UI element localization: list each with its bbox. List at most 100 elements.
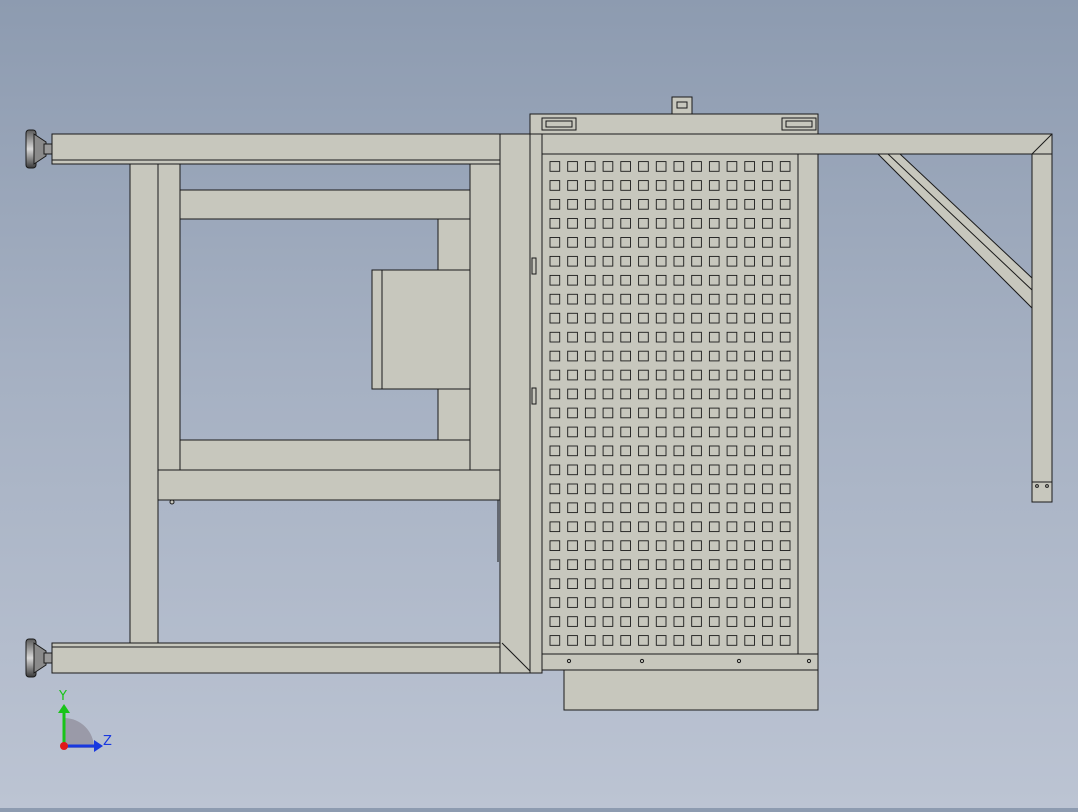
perforation-hole <box>620 331 631 343</box>
perforation-hole <box>744 578 755 589</box>
perforation-hole <box>638 635 649 646</box>
perforation-hole <box>620 521 631 533</box>
perforation-hole <box>549 502 561 514</box>
perforation-hole <box>584 199 596 210</box>
perforation-hole <box>708 464 720 476</box>
door-column <box>499 133 531 674</box>
perforation-hole <box>744 350 755 362</box>
perforation-hole <box>673 445 685 457</box>
perforation-hole <box>567 180 578 191</box>
perforation-hole <box>744 369 755 381</box>
perforation-hole <box>584 180 596 191</box>
perforation-hole <box>620 388 631 400</box>
frame-right-post <box>469 163 501 471</box>
perforation-hole <box>744 274 755 286</box>
perforation-hole <box>638 350 649 362</box>
perforation-hole <box>638 616 649 627</box>
perforation-hole <box>744 597 755 608</box>
perforation-hole <box>567 218 578 229</box>
perforation-hole <box>584 540 596 551</box>
perforation-hole <box>549 218 561 229</box>
perforation-hole <box>584 312 596 324</box>
perforation-hole <box>567 578 578 589</box>
perforation-hole <box>762 464 773 476</box>
perforation-hole <box>691 388 702 400</box>
perforation-hole <box>655 369 667 381</box>
perforation-hole <box>549 616 561 627</box>
perforation-hole <box>762 635 773 646</box>
perforation-hole <box>779 350 791 362</box>
perforation-hole <box>638 218 649 229</box>
perforation-hole <box>602 616 614 627</box>
perforation-hole <box>691 237 702 248</box>
perforation-hole <box>744 255 755 267</box>
perforation-hole <box>779 274 791 286</box>
perforation-hole <box>744 312 755 324</box>
perforation-hole <box>584 483 596 495</box>
frame-small-post-bottom <box>437 388 471 441</box>
perforation-hole <box>655 255 667 267</box>
perforation-hole <box>584 578 596 589</box>
perforation-hole <box>762 407 773 419</box>
perforation-hole <box>673 218 685 229</box>
perforation-hole <box>620 502 631 514</box>
perforation-hole <box>726 350 738 362</box>
perforation-hole <box>708 521 720 533</box>
perforation-hole <box>779 255 791 267</box>
perforation-hole <box>567 255 578 267</box>
perforation-hole <box>584 559 596 570</box>
perforation-hole <box>549 331 561 343</box>
perforation-hole <box>779 540 791 551</box>
perforation-hole <box>655 312 667 324</box>
perforation-hole <box>691 369 702 381</box>
perforation-hole <box>655 237 667 248</box>
perforation-hole <box>691 161 702 172</box>
perforation-hole <box>638 293 649 305</box>
perforation-hole <box>691 635 702 646</box>
perforation-hole <box>638 559 649 570</box>
perforation-hole <box>620 407 631 419</box>
perforation-hole <box>726 293 738 305</box>
perforation-hole <box>744 199 755 210</box>
perforation-hole <box>567 312 578 324</box>
perforation-hole <box>655 293 667 305</box>
perforation-hole <box>708 237 720 248</box>
drip-tray <box>563 669 819 711</box>
perforation-hole <box>691 331 702 343</box>
perforation-hole <box>762 559 773 570</box>
perforation-hole <box>567 426 578 438</box>
cad-viewport[interactable]: Y Z <box>0 0 1078 808</box>
perforation-hole <box>691 293 702 305</box>
perforation-hole <box>779 388 791 400</box>
perforation-hole <box>567 616 578 627</box>
perforation-hole <box>762 426 773 438</box>
perforation-hole <box>762 350 773 362</box>
perforation-hole <box>620 578 631 589</box>
perforation-hole <box>549 180 561 191</box>
perforation-hole <box>779 312 791 324</box>
perforation-hole <box>584 161 596 172</box>
perforation-hole <box>638 502 649 514</box>
perforation-hole <box>549 199 561 210</box>
perforation-hole <box>726 578 738 589</box>
perforation-hole <box>638 255 649 267</box>
perforation-hole <box>602 350 614 362</box>
perforation-hole <box>638 445 649 457</box>
perforation-hole <box>762 502 773 514</box>
perforation-hole <box>779 635 791 646</box>
perforation-hole <box>726 483 738 495</box>
perforation-hole <box>620 426 631 438</box>
perforation-hole <box>655 483 667 495</box>
perforation-hole <box>638 426 649 438</box>
perforation-hole <box>762 255 773 267</box>
perforation-hole <box>691 199 702 210</box>
perforation-hole <box>673 293 685 305</box>
model-drawing[interactable]: Y Z <box>0 0 1078 808</box>
perforation-hole <box>655 445 667 457</box>
perforation-hole <box>762 578 773 589</box>
perforation-hole <box>726 559 738 570</box>
frame-left-post <box>129 163 159 644</box>
perforation-hole <box>549 521 561 533</box>
perforation-hole <box>744 616 755 627</box>
orientation-triad: Y Z <box>58 689 112 752</box>
